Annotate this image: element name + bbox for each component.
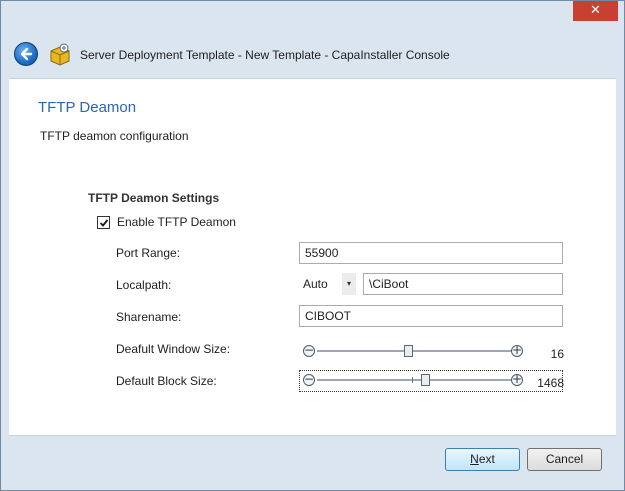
content-panel: TFTP Deamon TFTP deamon configuration TF… bbox=[9, 78, 616, 436]
block-size-tick bbox=[412, 377, 413, 383]
sharename-input[interactable]: CIBOOT bbox=[299, 305, 563, 327]
main-window: ✕ Server Deployment Template - New Templ… bbox=[0, 0, 625, 491]
block-size-slider[interactable] bbox=[317, 379, 511, 381]
chevron-down-icon[interactable]: ▾ bbox=[342, 273, 356, 295]
window-size-slider[interactable] bbox=[317, 350, 511, 352]
checkmark-icon bbox=[99, 219, 109, 227]
sharename-label: Sharename: bbox=[116, 310, 182, 324]
window-size-value: 16 bbox=[550, 347, 564, 361]
next-button-label: ext bbox=[478, 452, 495, 466]
next-button-mnemonic: N bbox=[470, 452, 479, 466]
enable-tftp-label[interactable]: Enable TFTP Deamon bbox=[117, 215, 236, 229]
localpath-input[interactable]: \CiBoot bbox=[363, 273, 563, 295]
block-size-decrease-button[interactable]: − bbox=[303, 373, 315, 386]
back-button[interactable] bbox=[14, 42, 38, 66]
localpath-drive-select[interactable]: Auto bbox=[303, 277, 328, 291]
block-size-value: 1468 bbox=[537, 376, 564, 390]
localpath-label: Localpath: bbox=[116, 278, 172, 292]
back-arrow-icon bbox=[20, 47, 33, 61]
port-range-input[interactable]: 55900 bbox=[299, 242, 563, 264]
block-size-label: Default Block Size: bbox=[116, 374, 217, 388]
window-size-increase-button[interactable]: + bbox=[511, 344, 523, 357]
block-size-slider-thumb[interactable] bbox=[421, 374, 430, 386]
port-range-label: Port Range: bbox=[116, 246, 181, 260]
page-title: TFTP Deamon bbox=[38, 99, 137, 116]
block-size-increase-button[interactable]: + bbox=[511, 373, 523, 386]
window-size-label: Deafult Window Size: bbox=[116, 342, 231, 356]
page-subtitle: TFTP deamon configuration bbox=[40, 129, 189, 143]
close-button[interactable]: ✕ bbox=[573, 1, 618, 21]
window-size-slider-thumb[interactable] bbox=[404, 345, 413, 357]
window-title: Server Deployment Template - New Templat… bbox=[80, 48, 450, 62]
next-button[interactable]: Next bbox=[445, 448, 520, 471]
enable-tftp-checkbox[interactable] bbox=[97, 216, 110, 229]
cancel-button[interactable]: Cancel bbox=[527, 448, 602, 471]
section-title: TFTP Deamon Settings bbox=[88, 191, 220, 205]
window-size-decrease-button[interactable]: − bbox=[303, 344, 315, 357]
capainstaller-icon bbox=[48, 42, 72, 66]
